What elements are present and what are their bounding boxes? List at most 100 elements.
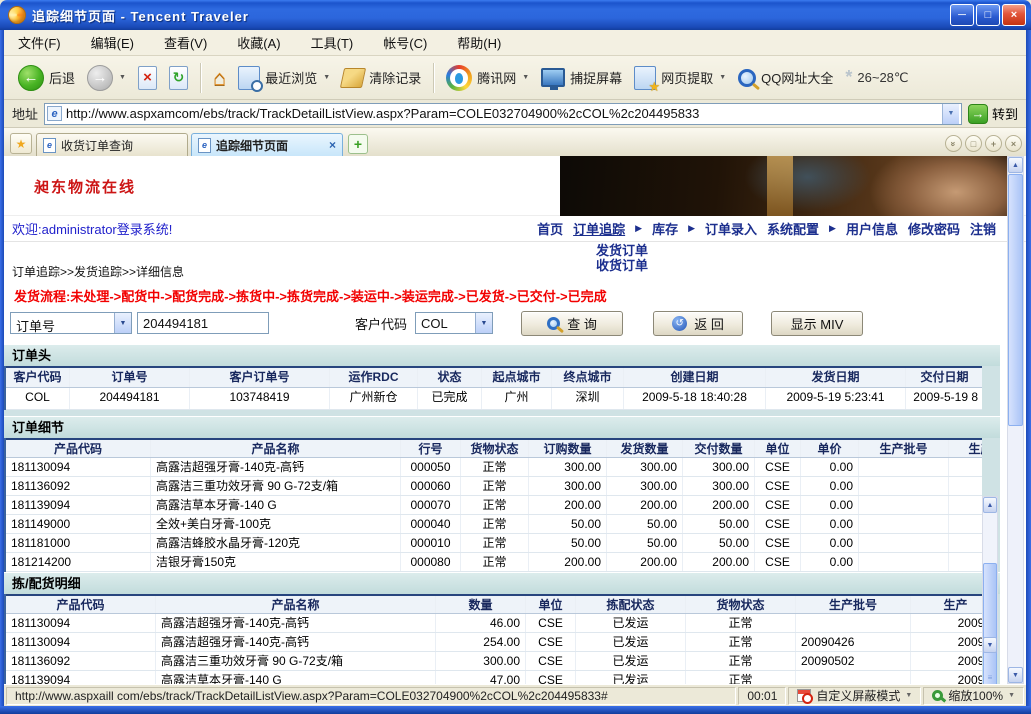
table-cell: 高露洁草本牙膏-140 G (156, 671, 436, 684)
nav-home[interactable]: 首页 (537, 219, 563, 238)
query-button[interactable]: 查 询 (521, 311, 623, 336)
menu-tools[interactable]: 工具(T) (311, 33, 354, 52)
close-tab-bar-button[interactable]: × (1005, 135, 1022, 152)
nav-order-track[interactable]: 订单追踪 (573, 219, 625, 238)
column-header: 拣配状态 (576, 596, 686, 613)
table-cell: 300.00 (436, 652, 526, 670)
column-header: 产品名称 (156, 596, 436, 613)
restore-window-button[interactable]: □ (965, 135, 982, 152)
zoom-control[interactable]: 缩放100% ▼ (923, 687, 1024, 705)
submenu-receive-order[interactable]: 收货订单 (596, 258, 648, 273)
qq-nav-button[interactable]: QQ网址大全 (732, 65, 839, 90)
menu-help[interactable]: 帮助(H) (457, 33, 501, 52)
table-cell: 181139094 (6, 496, 151, 514)
welcome-row: 欢迎:administrator登录系统! 首页 订单追踪 ▶ 库存 ▶ 订单录… (4, 216, 1026, 242)
clear-history-button[interactable]: 清除记录 (336, 65, 427, 91)
tab-list-button[interactable]: » (945, 135, 962, 152)
recent-dropdown-icon[interactable]: ▼ (323, 74, 330, 81)
browser-window: 追踪细节页面 - Tencent Traveler ─ □ × 文件(F) 编辑… (0, 0, 1031, 714)
zoom-dropdown-icon[interactable]: ▼ (1008, 692, 1015, 699)
screen-capture-button[interactable]: 捕捉屏幕 (535, 65, 628, 90)
table-cell: CSE (755, 534, 801, 552)
table-cell: 103748419 (190, 388, 330, 409)
table-cell (796, 671, 911, 684)
extract-dropdown-icon[interactable]: ▼ (719, 74, 726, 81)
tab-close-icon[interactable]: × (329, 138, 336, 152)
table-cell: 正常 (461, 553, 529, 571)
nav-inventory[interactable]: 库存 (652, 219, 678, 238)
scrollbar-thumb[interactable] (1008, 174, 1023, 426)
table-cell: 高露洁超强牙膏-140克-高钙 (151, 458, 401, 476)
tab-receive-order-query[interactable]: e 收货订单查询 (36, 133, 188, 156)
favorites-button[interactable]: ★ (10, 133, 32, 154)
recent-history-button[interactable]: 最近浏览 ▼ (232, 63, 336, 93)
scrollbar-thumb[interactable]: ≡ (983, 563, 997, 684)
address-url[interactable]: http://www.aspxamcom/ebs/track/TrackDeta… (66, 106, 942, 121)
menu-edit[interactable]: 编辑(E) (91, 33, 134, 52)
minimize-button[interactable]: ─ (950, 4, 974, 26)
tab-track-detail[interactable]: e 追踪细节页面 × (191, 133, 343, 156)
page-extract-button[interactable]: ★ 网页提取 ▼ (628, 63, 732, 93)
address-input[interactable]: e http://www.aspxamcom/ebs/track/TrackDe… (44, 103, 962, 125)
forward-dropdown-icon[interactable]: ▼ (119, 74, 126, 81)
new-tab-button[interactable]: + (348, 134, 368, 154)
inner-scrollbar[interactable]: ▲ ≡ ▼ (982, 496, 998, 654)
weather-widget[interactable]: * 26~28℃ (839, 64, 914, 91)
address-dropdown-icon[interactable]: ▼ (942, 104, 959, 124)
qq-logo-icon (446, 65, 472, 91)
nav-user-info[interactable]: 用户信息 (846, 219, 898, 238)
back-button[interactable]: ← 后退 (12, 62, 81, 94)
go-button[interactable]: → 转到 (968, 104, 1018, 124)
nav-change-password[interactable]: 修改密码 (908, 219, 960, 238)
table-cell: 正常 (461, 496, 529, 514)
show-miv-button[interactable]: 显示 MIV (771, 311, 863, 336)
customer-code-select[interactable]: COL ▼ (415, 312, 493, 334)
show-miv-label: 显示 MIV (791, 314, 844, 333)
table-cell: 000060 (401, 477, 461, 495)
table-row: 181130094高露洁超强牙膏-140克-高钙46.00CSE已发运正常200… (6, 614, 982, 633)
table-cell (859, 534, 949, 552)
select-arrow-icon: ▼ (475, 313, 492, 333)
site-brand: 昶东物流在线 (34, 176, 136, 197)
column-header: 客户订单号 (190, 368, 330, 387)
return-button[interactable]: ↺ 返 回 (653, 311, 743, 336)
menu-bar: 文件(F) 编辑(E) 查看(V) 收藏(A) 工具(T) 帐号(C) 帮助(H… (4, 30, 1026, 56)
forward-button[interactable]: → ▼ (81, 62, 132, 94)
stop-button[interactable]: × (132, 63, 163, 93)
zoom-magnifier-icon (932, 690, 943, 701)
recent-history-label: 最近浏览 (265, 68, 317, 87)
maximize-button[interactable]: □ (976, 4, 1000, 26)
refresh-button[interactable]: ↻ (163, 63, 194, 93)
browser-scrollbar[interactable]: ▲ ▼ (1007, 156, 1024, 684)
menu-favorites[interactable]: 收藏(A) (237, 33, 280, 52)
submenu-ship-order[interactable]: 发货订单 (596, 243, 648, 258)
order-number-input[interactable] (137, 312, 269, 334)
scroll-down-button[interactable]: ▼ (1008, 667, 1023, 683)
qq-site-button[interactable]: 腾讯网 ▼ (440, 62, 535, 94)
close-button[interactable]: × (1002, 4, 1026, 26)
nav-logout[interactable]: 注销 (970, 219, 996, 238)
nav-order-entry[interactable]: 订单录入 (705, 219, 757, 238)
block-mode-control[interactable]: 自定义屏蔽模式 ▼ (788, 687, 921, 705)
pin-button[interactable]: + (985, 135, 1002, 152)
column-header: 货物状态 (686, 596, 796, 613)
tab-label: 收货订单查询 (61, 137, 181, 154)
scroll-up-button[interactable]: ▲ (983, 497, 997, 513)
home-button[interactable]: ⌂ (207, 65, 232, 91)
column-header: 生产 (949, 440, 982, 457)
window-title: 追踪细节页面 - Tencent Traveler (32, 6, 948, 25)
nav-system-config[interactable]: 系统配置 (767, 219, 819, 238)
menu-view[interactable]: 查看(V) (164, 33, 207, 52)
qq-dropdown-icon[interactable]: ▼ (522, 74, 529, 81)
menu-account[interactable]: 帐号(C) (383, 33, 427, 52)
scroll-down-button[interactable]: ▼ (983, 637, 997, 653)
column-header: 产品代码 (6, 440, 151, 457)
table-row: COL204494181103748419广州新仓已完成广州深圳2009-5-1… (6, 388, 982, 410)
scroll-up-button[interactable]: ▲ (1008, 157, 1023, 173)
block-dropdown-icon[interactable]: ▼ (905, 692, 912, 699)
table-row: 181139094高露洁草本牙膏-140 G47.00CSE已发运正常2009-… (6, 671, 982, 684)
menu-file[interactable]: 文件(F) (18, 33, 61, 52)
field-type-select[interactable]: 订单号 ▼ (10, 312, 132, 334)
table-cell: 已发运 (576, 671, 686, 684)
table-cell: 0.00 (801, 477, 859, 495)
